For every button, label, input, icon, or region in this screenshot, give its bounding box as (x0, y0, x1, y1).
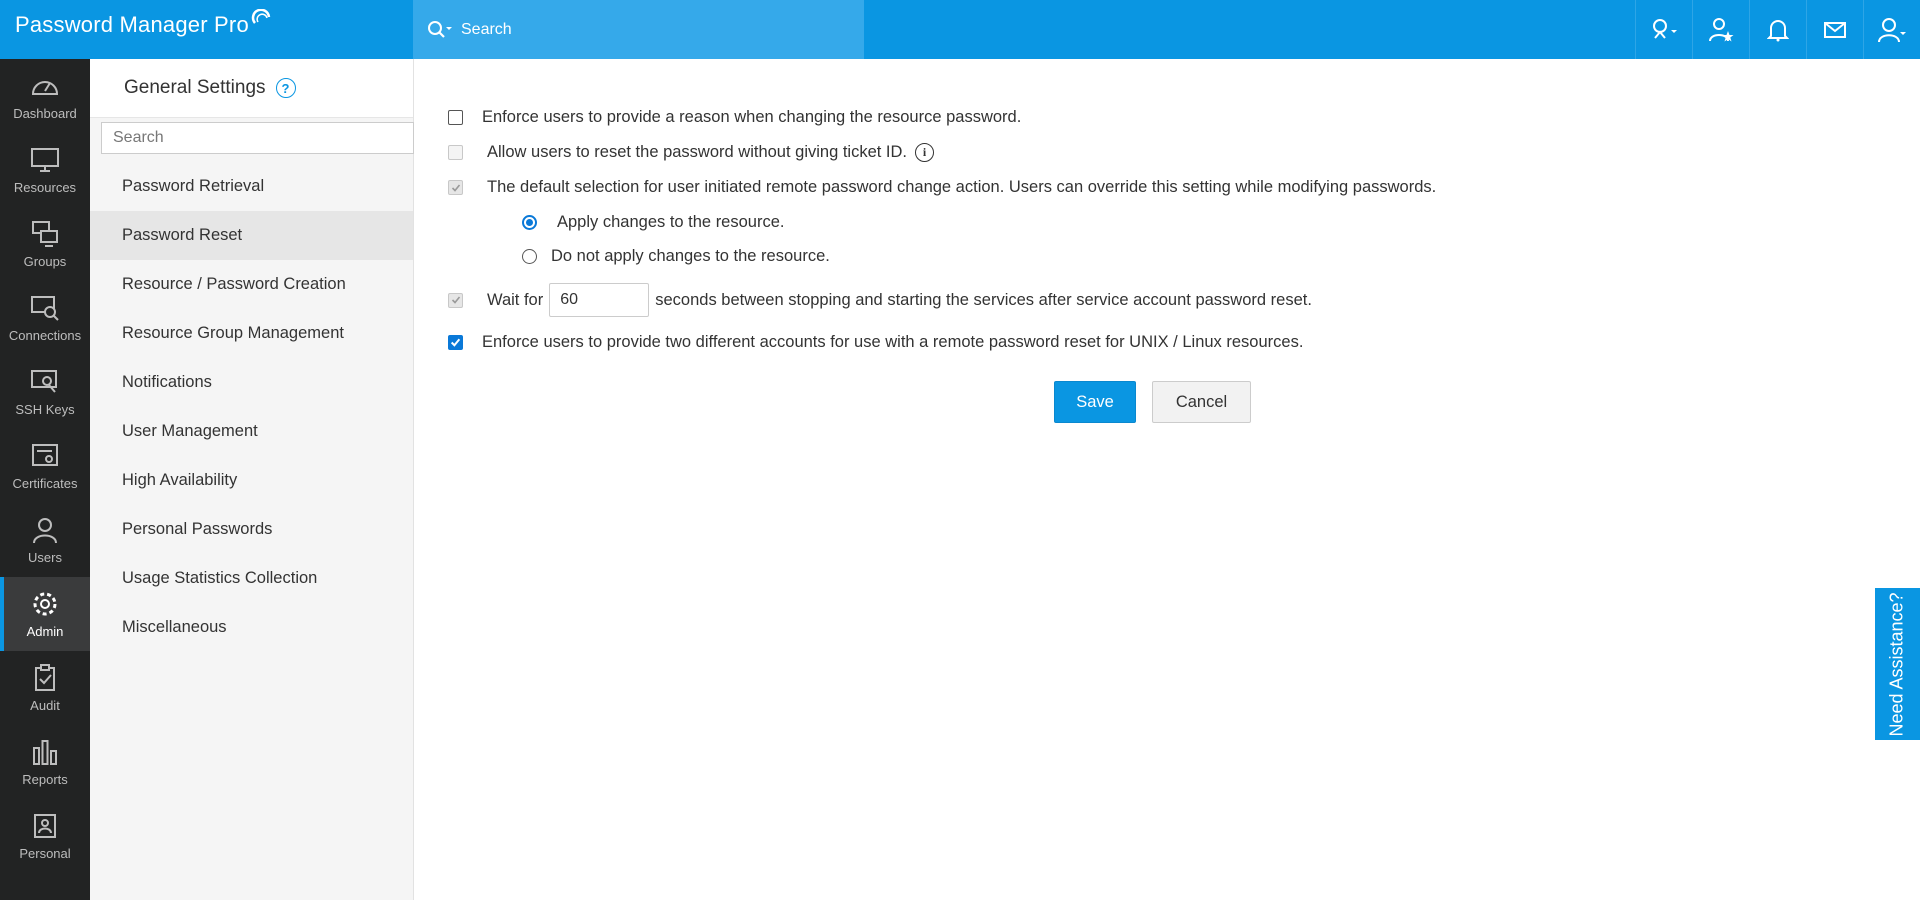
nav-resources[interactable]: Resources (0, 133, 90, 207)
option-default-selection-row: The default selection for user initiated… (448, 178, 1436, 197)
nav-personal[interactable]: Personal (0, 799, 90, 873)
ssh-key-icon (31, 369, 57, 393)
link-settings-icon[interactable] (1635, 0, 1692, 59)
main-nav: Dashboard Resources Groups Connections S… (0, 59, 90, 900)
user-menu-icon[interactable] (1863, 0, 1920, 59)
wait-prefix-label: Wait for (487, 290, 544, 309)
wait-seconds-input[interactable] (549, 283, 650, 317)
nav-label: Admin (26, 623, 64, 639)
settings-item-notifications[interactable]: Notifications (90, 358, 413, 407)
option-reason-row: Enforce users to provide a reason when c… (448, 108, 1021, 127)
radio-label: Do not apply changes to the resource. (551, 247, 830, 265)
connections-icon (31, 295, 59, 321)
settings-item-password-reset[interactable]: Password Reset (90, 211, 413, 260)
wait-suffix-label: seconds between stopping and starting th… (655, 290, 1312, 309)
certificate-icon (32, 443, 58, 466)
app-title: Password Manager Pro (15, 12, 249, 37)
nav-label: Personal (19, 845, 71, 861)
page-title: General Settings (124, 77, 266, 98)
nav-ssh-keys[interactable]: SSH Keys (0, 355, 90, 429)
settings-item-miscellaneous[interactable]: Miscellaneous (90, 603, 413, 652)
cancel-button[interactable]: Cancel (1152, 381, 1251, 423)
app-logo[interactable]: Password Manager Pro (15, 9, 273, 38)
bar-chart-icon (33, 739, 57, 765)
star-user-icon[interactable] (1692, 0, 1749, 59)
option-ticket-row: Allow users to reset the password withou… (448, 143, 935, 162)
ticket-checkbox[interactable] (448, 145, 463, 160)
nav-connections[interactable]: Connections (0, 281, 90, 355)
settings-item-resource-password-creation[interactable]: Resource / Password Creation (90, 260, 413, 309)
wait-row: Wait for seconds between stopping and st… (448, 283, 1312, 317)
monitor-icon (31, 147, 59, 172)
two-accounts-checkbox[interactable] (448, 335, 463, 350)
settings-sidebar: General Settings ? Password Retrieval Pa… (90, 59, 414, 900)
nav-dashboard[interactable]: Dashboard (0, 59, 90, 133)
search-placeholder[interactable]: Search (461, 21, 512, 39)
radio-not-apply-row: Do not apply changes to the resource. (522, 247, 830, 266)
info-icon[interactable]: i (915, 143, 935, 162)
global-search[interactable]: Search (413, 0, 864, 59)
save-button[interactable]: Save (1054, 381, 1136, 423)
gear-icon (33, 592, 57, 615)
user-icon (33, 517, 57, 543)
contact-card-icon (34, 813, 56, 838)
help-icon[interactable]: ? (275, 78, 296, 98)
nav-audit[interactable]: Audit (0, 651, 90, 725)
do-not-apply-radio[interactable] (522, 249, 537, 264)
settings-item-password-retrieval[interactable]: Password Retrieval (90, 162, 413, 211)
settings-item-user-management[interactable]: User Management (90, 407, 413, 456)
need-assistance-label: Need Assistance? (1887, 591, 1907, 737)
mail-icon[interactable] (1806, 0, 1863, 59)
radio-label: Apply changes to the resource. (557, 213, 785, 231)
nav-reports[interactable]: Reports (0, 725, 90, 799)
nav-label: Certificates (12, 475, 78, 491)
nav-admin[interactable]: Admin (0, 577, 90, 651)
clipboard-icon (35, 663, 55, 691)
groups-icon (32, 220, 58, 247)
need-assistance-tab[interactable]: Need Assistance? (1875, 588, 1920, 740)
nav-label: Groups (23, 253, 67, 269)
nav-label: Reports (22, 771, 68, 787)
nav-users[interactable]: Users (0, 503, 90, 577)
nav-groups[interactable]: Groups (0, 207, 90, 281)
settings-item-personal-passwords[interactable]: Personal Passwords (90, 505, 413, 554)
settings-search-input[interactable] (101, 122, 414, 154)
nav-label: SSH Keys (15, 401, 75, 417)
settings-item-resource-group-management[interactable]: Resource Group Management (90, 309, 413, 358)
nav-certificates[interactable]: Certificates (0, 429, 90, 503)
option-label: Enforce users to provide two different a… (482, 333, 1304, 351)
search-icon[interactable] (425, 15, 455, 45)
settings-header: General Settings ? (90, 59, 413, 118)
reason-checkbox[interactable] (448, 110, 463, 125)
nav-label: Users (28, 549, 62, 565)
nav-label: Audit (30, 697, 60, 713)
option-two-accounts-row: Enforce users to provide two different a… (448, 333, 1303, 352)
apply-changes-radio[interactable] (522, 215, 537, 230)
logo-swoosh-icon (251, 9, 271, 24)
dashboard-icon (31, 80, 59, 95)
top-icons (1635, 0, 1920, 59)
settings-list: Password Retrieval Password Reset Resour… (90, 162, 413, 652)
top-bar: Password Manager Pro Search (0, 0, 1920, 59)
option-label: Allow users to reset the password withou… (487, 143, 908, 161)
option-label: Enforce users to provide a reason when c… (482, 108, 1022, 126)
nav-label: Resources (13, 179, 77, 195)
settings-item-high-availability[interactable]: High Availability (90, 456, 413, 505)
nav-label: Connections (8, 327, 82, 343)
default-selection-checkbox[interactable] (448, 180, 463, 195)
wait-checkbox[interactable] (448, 292, 463, 308)
settings-item-usage-statistics[interactable]: Usage Statistics Collection (90, 554, 413, 603)
option-label: The default selection for user initiated… (487, 178, 1437, 196)
radio-apply-row: Apply changes to the resource. (522, 213, 784, 232)
nav-label: Dashboard (13, 105, 77, 121)
settings-form: Enforce users to provide a reason when c… (414, 59, 1920, 900)
bell-icon[interactable] (1749, 0, 1806, 59)
